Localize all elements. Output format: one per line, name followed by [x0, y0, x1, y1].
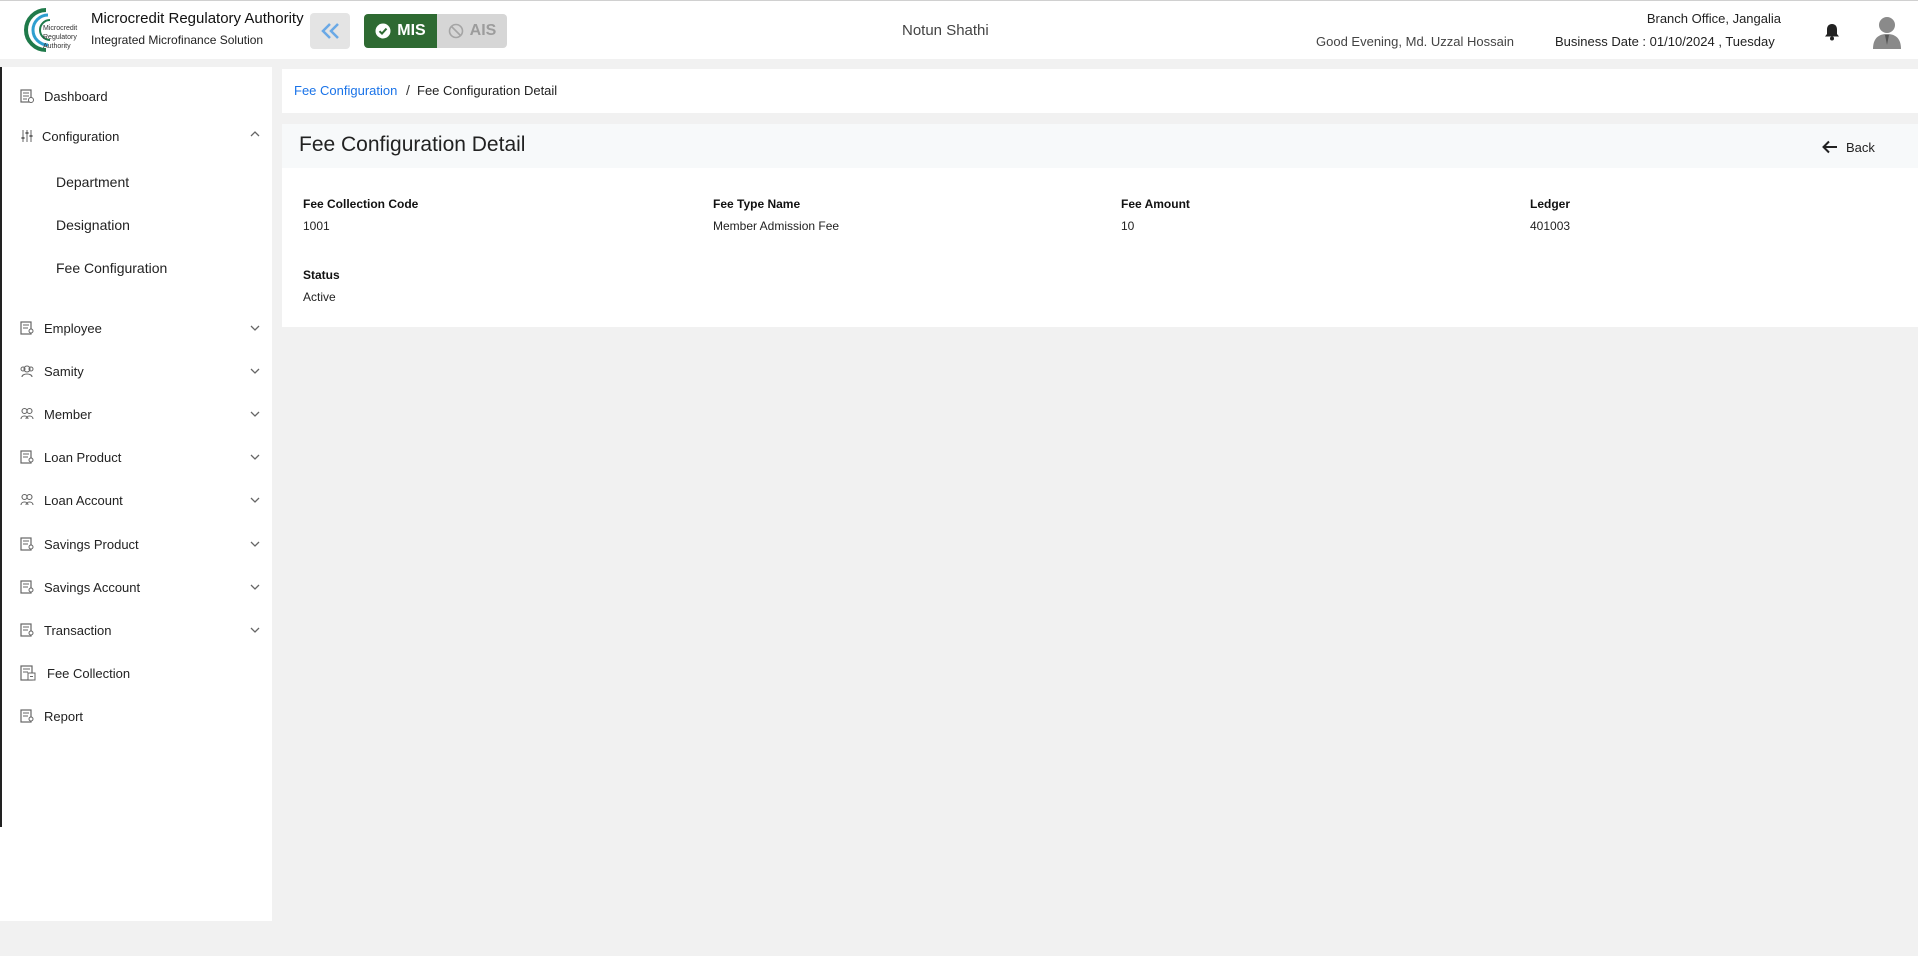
breadcrumb: Fee Configuration / Fee Configuration De… — [282, 69, 1918, 113]
sidebar-item-label: Configuration — [42, 128, 120, 144]
business-date: Business Date : 01/10/2024 , Tuesday — [1555, 34, 1775, 49]
sidebar-item-transaction[interactable]: Transaction — [0, 615, 272, 645]
blocked-icon — [448, 23, 463, 39]
svg-text:Microcredit: Microcredit — [43, 25, 77, 32]
notification-bell-icon[interactable] — [1822, 22, 1842, 42]
field-fee-type-name: Fee Type Name Member Admission Fee — [713, 197, 839, 233]
chevron-down-icon — [250, 627, 260, 633]
sidebar-item-label: Dashboard — [44, 88, 108, 104]
sidebar-item-savings-account[interactable]: Savings Account — [0, 572, 272, 602]
savings-account-icon — [20, 580, 34, 594]
field-fee-collection-code: Fee Collection Code 1001 — [303, 197, 418, 233]
user-avatar-icon[interactable] — [1872, 15, 1902, 49]
org-title: Microcredit Regulatory Authority — [91, 10, 304, 27]
field-label: Status — [303, 268, 340, 282]
breadcrumb-current: Fee Configuration Detail — [417, 83, 558, 98]
sliders-icon — [21, 130, 33, 142]
sidebar-item-label: Transaction — [44, 622, 112, 638]
sidebar-item-label: Report — [44, 708, 84, 724]
sidebar-item-label: Loan Product — [44, 449, 122, 465]
field-ledger: Ledger 401003 — [1530, 197, 1570, 233]
collapse-sidebar-button[interactable] — [310, 13, 350, 49]
sidebar-item-configuration[interactable]: Configuration — [0, 121, 272, 151]
sidebar-item-label: Employee — [44, 320, 102, 336]
back-label: Back — [1846, 139, 1875, 155]
field-fee-amount: Fee Amount 10 — [1121, 197, 1190, 233]
mis-label: MIS — [397, 22, 426, 39]
sidebar-item-fee-collection[interactable]: Fee Collection — [0, 658, 272, 688]
chevron-down-icon — [250, 325, 260, 331]
transaction-icon — [20, 623, 34, 637]
sidebar-item-loan-product[interactable]: Loan Product — [0, 442, 272, 472]
sidebar-item-loan-account[interactable]: Loan Account — [0, 485, 272, 515]
detail-header: Fee Configuration Detail Back — [282, 124, 1918, 168]
sidebar-item-report[interactable]: Report — [0, 701, 272, 731]
chevron-down-icon — [250, 411, 260, 417]
sidebar-item-savings-product[interactable]: Savings Product — [0, 529, 272, 559]
org-subtitle: Integrated Microfinance Solution — [91, 33, 264, 47]
chevron-down-icon — [250, 541, 260, 547]
double-chevron-left-icon — [321, 23, 339, 39]
fee-collection-icon — [20, 665, 36, 681]
loan-account-icon — [20, 493, 34, 506]
field-value: Member Admission Fee — [713, 219, 840, 233]
field-label: Fee Type Name — [713, 197, 801, 211]
sidebar-item-label: Loan Account — [44, 492, 123, 508]
sidebar-item-label: Savings Product — [44, 536, 139, 552]
user-greeting: Good Evening, Md. Uzzal Hossain — [1316, 34, 1514, 49]
sidebar-item-dashboard[interactable]: Dashboard — [0, 81, 272, 111]
employee-icon — [20, 321, 34, 335]
back-button[interactable]: Back — [1822, 135, 1875, 159]
field-label: Fee Collection Code — [303, 197, 419, 211]
sidebar-subitem-department[interactable]: Department — [56, 174, 129, 190]
report-icon — [20, 709, 34, 723]
branch-name: Branch Office, Jangalia — [1646, 11, 1781, 26]
ais-mode-button[interactable]: AIS — [437, 14, 507, 48]
breadcrumb-link-fee-configuration[interactable]: Fee Configuration — [294, 83, 397, 98]
ais-label: AIS — [469, 22, 497, 39]
field-label: Fee Amount — [1121, 197, 1190, 211]
savings-product-icon — [20, 537, 34, 551]
chevron-down-icon — [250, 368, 260, 374]
svg-text:Authority: Authority — [43, 43, 71, 50]
member-icon — [20, 407, 34, 420]
chevron-down-icon — [250, 454, 260, 460]
svg-text:Regulatory: Regulatory — [43, 34, 77, 41]
chevron-down-icon — [250, 497, 260, 503]
top-header: Microcredit Regulatory Authority Microcr… — [0, 0, 1918, 59]
arrow-left-icon — [1822, 140, 1837, 154]
chevron-up-icon — [250, 131, 260, 137]
breadcrumb-separator: / — [406, 82, 410, 98]
fee-configuration-detail-card: Fee Configuration Detail Back Fee Collec… — [282, 124, 1918, 327]
sidebar-item-member[interactable]: Member — [0, 399, 272, 429]
mis-mode-button[interactable]: MIS — [364, 14, 437, 48]
field-value: 1001 — [303, 219, 330, 233]
field-value: 401003 — [1530, 219, 1571, 233]
mra-logo-icon: Microcredit Regulatory Authority — [24, 8, 77, 52]
field-value: 10 — [1121, 219, 1135, 233]
loan-product-icon — [20, 450, 34, 464]
samity-icon — [20, 365, 34, 378]
sidebar-item-samity[interactable]: Samity — [0, 356, 272, 386]
dashboard-icon — [20, 89, 34, 103]
sidebar-item-label: Savings Account — [44, 579, 141, 595]
sidebar-subitem-designation[interactable]: Designation — [56, 217, 130, 233]
sidebar-item-label: Member — [44, 406, 92, 422]
chevron-down-icon — [250, 584, 260, 590]
field-label: Ledger — [1530, 197, 1571, 211]
sidebar-item-label: Fee Collection — [47, 665, 131, 681]
sidebar-item-employee[interactable]: Employee — [0, 313, 272, 343]
sidebar-item-label: Samity — [44, 363, 84, 379]
field-status: Status Active — [303, 268, 340, 304]
sidebar-subitem-fee-configuration[interactable]: Fee Configuration — [56, 260, 167, 276]
check-circle-icon — [375, 23, 391, 39]
page-title: Fee Configuration Detail — [299, 133, 526, 156]
organization-name: Notun Shathi — [902, 22, 989, 39]
field-value: Active — [303, 290, 336, 304]
